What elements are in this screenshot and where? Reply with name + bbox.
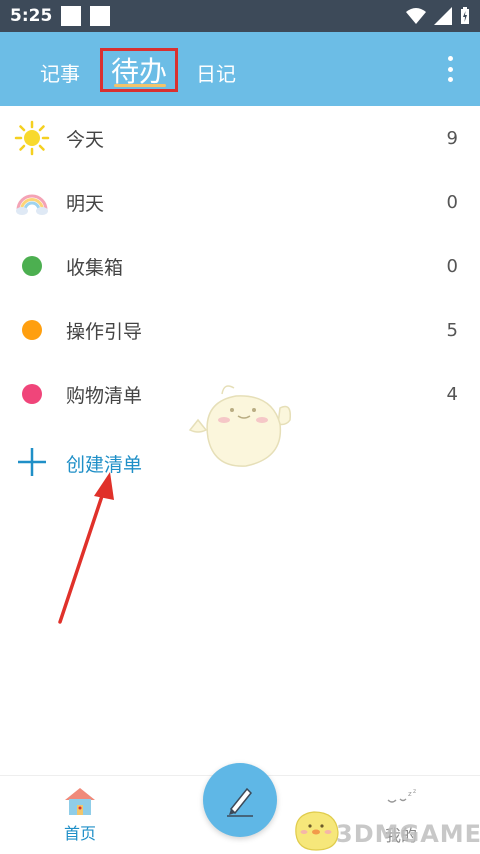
list-label-today: 今天 [66,128,105,151]
green-dot-icon [14,248,50,284]
list-count-today: 9 [446,127,458,149]
list-label-guide: 操作引导 [66,320,143,343]
list-label-tomorrow: 明天 [66,192,105,215]
list-count-tomorrow: 0 [446,191,458,213]
list-item-tomorrow[interactable]: 明天 0 [0,170,480,234]
annotation-arrow-icon [58,472,114,624]
tab-notes[interactable]: 记事 [40,58,80,87]
todo-lists: 今天 9 明天 0 收集箱 0 操作引导 5 购物清单 4 [0,106,480,426]
watermark: 3DMGAME [336,820,480,848]
battery-icon [461,7,469,24]
rainbow-icon [14,184,50,220]
active-tab-indicator [114,84,166,87]
sun-icon [14,120,50,156]
home-icon [65,788,95,815]
tab-diary[interactable]: 日记 [196,58,236,87]
compose-button[interactable] [203,763,277,837]
list-item-guide[interactable]: 操作引导 5 [0,298,480,362]
nav-home[interactable]: 首页 [60,786,100,848]
list-item-today[interactable]: 今天 9 [0,106,480,170]
status-time: 5:25 [10,6,53,26]
wifi-icon [406,8,426,24]
notification-icon [90,6,111,26]
list-label-inbox: 收集箱 [66,256,124,279]
svg-text:z: z [408,790,412,798]
top-tab-bar: 记事 待办 日记 [0,32,480,106]
plus-icon [18,448,46,476]
pen-icon [227,787,253,817]
more-options-button[interactable] [438,54,462,84]
orange-dot-icon [14,312,50,348]
shopping-color-dot [22,384,42,404]
status-bar: 5:25 [0,0,480,32]
guide-color-dot [22,320,42,340]
notification-icon [61,6,82,26]
more-icon [447,56,453,61]
list-count-guide: 5 [446,319,458,341]
more-icon-dot [447,77,453,82]
list-count-inbox: 0 [446,255,458,277]
inbox-color-dot [22,256,42,276]
mascot-illustration-icon [188,385,292,467]
pink-dot-icon [14,376,50,412]
list-label-shopping: 购物清单 [66,384,143,407]
cell-signal-icon [434,7,452,25]
list-item-inbox[interactable]: 收集箱 0 [0,234,480,298]
list-count-shopping: 4 [446,383,458,405]
svg-text:z: z [413,788,416,795]
sleep-icon: z z [387,788,416,803]
more-icon-dot [447,66,453,72]
nav-home-label: 首页 [63,824,96,843]
